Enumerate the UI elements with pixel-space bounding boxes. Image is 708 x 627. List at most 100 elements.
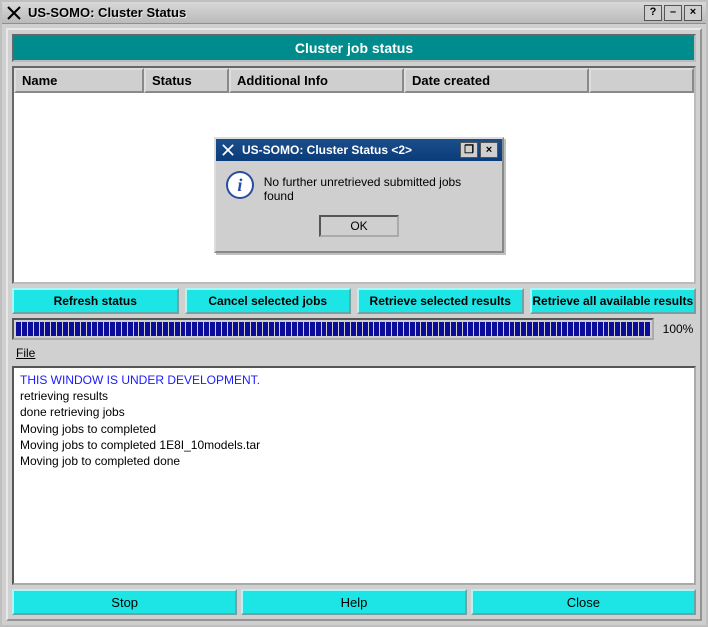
info-dialog-title: US-SOMO: Cluster Status <2> bbox=[242, 143, 454, 157]
progress-segment bbox=[545, 322, 550, 336]
progress-segment bbox=[439, 322, 444, 336]
info-dialog-titlebar[interactable]: US-SOMO: Cluster Status <2> ❐ × bbox=[216, 139, 502, 161]
progress-segment bbox=[404, 322, 409, 336]
log-line: Moving job to completed done bbox=[20, 453, 688, 469]
progress-segment bbox=[298, 322, 303, 336]
progress-segment bbox=[363, 322, 368, 336]
progress-segment bbox=[486, 322, 491, 336]
retrieve-all-button[interactable]: Retrieve all available results bbox=[530, 288, 697, 314]
progress-segment bbox=[92, 322, 97, 336]
refresh-status-button[interactable]: Refresh status bbox=[12, 288, 179, 314]
progress-segment bbox=[192, 322, 197, 336]
col-status[interactable]: Status bbox=[144, 68, 229, 93]
progress-segment bbox=[22, 322, 27, 336]
progress-segment bbox=[216, 322, 221, 336]
progress-segment bbox=[304, 322, 309, 336]
progress-percent: 100% bbox=[660, 322, 696, 336]
progress-segment bbox=[562, 322, 567, 336]
progress-segment bbox=[116, 322, 121, 336]
col-info[interactable]: Additional Info bbox=[229, 68, 404, 93]
main-titlebar[interactable]: US-SOMO: Cluster Status ? – × bbox=[2, 2, 706, 24]
progress-segment bbox=[45, 322, 50, 336]
progress-segment bbox=[568, 322, 573, 336]
progress-segment bbox=[339, 322, 344, 336]
progress-segment bbox=[416, 322, 421, 336]
progress-segment bbox=[98, 322, 103, 336]
main-window: US-SOMO: Cluster Status ? – × Cluster jo… bbox=[0, 0, 708, 627]
progress-segment bbox=[521, 322, 526, 336]
ok-button[interactable]: OK bbox=[319, 215, 399, 237]
progress-segment bbox=[445, 322, 450, 336]
progress-segment bbox=[40, 322, 45, 336]
progress-segment bbox=[186, 322, 191, 336]
progress-segment bbox=[198, 322, 203, 336]
progress-segment bbox=[639, 322, 644, 336]
progress-segment bbox=[163, 322, 168, 336]
progress-segment bbox=[374, 322, 379, 336]
jobs-table: Name Status Additional Info Date created… bbox=[12, 66, 696, 284]
progress-segment bbox=[645, 322, 650, 336]
progress-segment bbox=[139, 322, 144, 336]
progress-segment bbox=[228, 322, 233, 336]
file-menu[interactable]: File bbox=[12, 344, 696, 362]
content-area: Cluster job status Name Status Additiona… bbox=[6, 28, 702, 621]
cancel-selected-button[interactable]: Cancel selected jobs bbox=[185, 288, 352, 314]
progress-segment bbox=[145, 322, 150, 336]
progress-segment bbox=[269, 322, 274, 336]
main-title: US-SOMO: Cluster Status bbox=[28, 5, 638, 20]
progress-segment bbox=[498, 322, 503, 336]
log-output[interactable]: THIS WINDOW IS UNDER DEVELOPMENT.retriev… bbox=[12, 366, 696, 585]
progress-segment bbox=[410, 322, 415, 336]
action-button-row: Refresh status Cancel selected jobs Retr… bbox=[12, 288, 696, 314]
progress-segment bbox=[204, 322, 209, 336]
progress-segment bbox=[380, 322, 385, 336]
help-button-bottom[interactable]: Help bbox=[241, 589, 466, 615]
progress-segment bbox=[345, 322, 350, 336]
progress-segment bbox=[357, 322, 362, 336]
dialog-close-button[interactable]: × bbox=[480, 142, 498, 158]
progress-segment bbox=[586, 322, 591, 336]
log-line: Moving jobs to completed bbox=[20, 421, 688, 437]
info-dialog-message: No further unretrieved submitted jobs fo… bbox=[264, 171, 492, 203]
col-name[interactable]: Name bbox=[14, 68, 144, 93]
progress-segment bbox=[468, 322, 473, 336]
help-button[interactable]: ? bbox=[644, 5, 662, 21]
progress-segment bbox=[457, 322, 462, 336]
retrieve-selected-button[interactable]: Retrieve selected results bbox=[357, 288, 524, 314]
progress-segment bbox=[327, 322, 332, 336]
progress-segment bbox=[551, 322, 556, 336]
stop-button[interactable]: Stop bbox=[12, 589, 237, 615]
progress-row: 100% bbox=[12, 318, 696, 340]
log-line: done retrieving jobs bbox=[20, 404, 688, 420]
info-dialog-body: i No further unretrieved submitted jobs … bbox=[216, 161, 502, 251]
progress-segment bbox=[245, 322, 250, 336]
progress-segment bbox=[504, 322, 509, 336]
progress-segment bbox=[222, 322, 227, 336]
page-header: Cluster job status bbox=[12, 34, 696, 62]
info-dialog: US-SOMO: Cluster Status <2> ❐ × i No fur… bbox=[214, 137, 504, 253]
progress-segment bbox=[427, 322, 432, 336]
progress-segment bbox=[275, 322, 280, 336]
col-date[interactable]: Date created bbox=[404, 68, 589, 93]
progress-segment bbox=[539, 322, 544, 336]
progress-segment bbox=[110, 322, 115, 336]
progress-segment bbox=[633, 322, 638, 336]
progress-segment bbox=[609, 322, 614, 336]
progress-segment bbox=[474, 322, 479, 336]
dialog-restore-button[interactable]: ❐ bbox=[460, 142, 478, 158]
progress-segment bbox=[386, 322, 391, 336]
progress-segment bbox=[580, 322, 585, 336]
close-button-bottom[interactable]: Close bbox=[471, 589, 696, 615]
progress-segment bbox=[621, 322, 626, 336]
jobs-table-header: Name Status Additional Info Date created bbox=[14, 68, 694, 93]
close-button[interactable]: × bbox=[684, 5, 702, 21]
dialog-x-icon bbox=[220, 142, 236, 158]
info-dialog-row: i No further unretrieved submitted jobs … bbox=[226, 171, 492, 203]
progress-segment bbox=[34, 322, 39, 336]
progress-segment bbox=[433, 322, 438, 336]
minimize-button[interactable]: – bbox=[664, 5, 682, 21]
app-x-icon bbox=[6, 5, 22, 21]
progress-segment bbox=[69, 322, 74, 336]
progress-segment bbox=[239, 322, 244, 336]
progress-segment bbox=[134, 322, 139, 336]
